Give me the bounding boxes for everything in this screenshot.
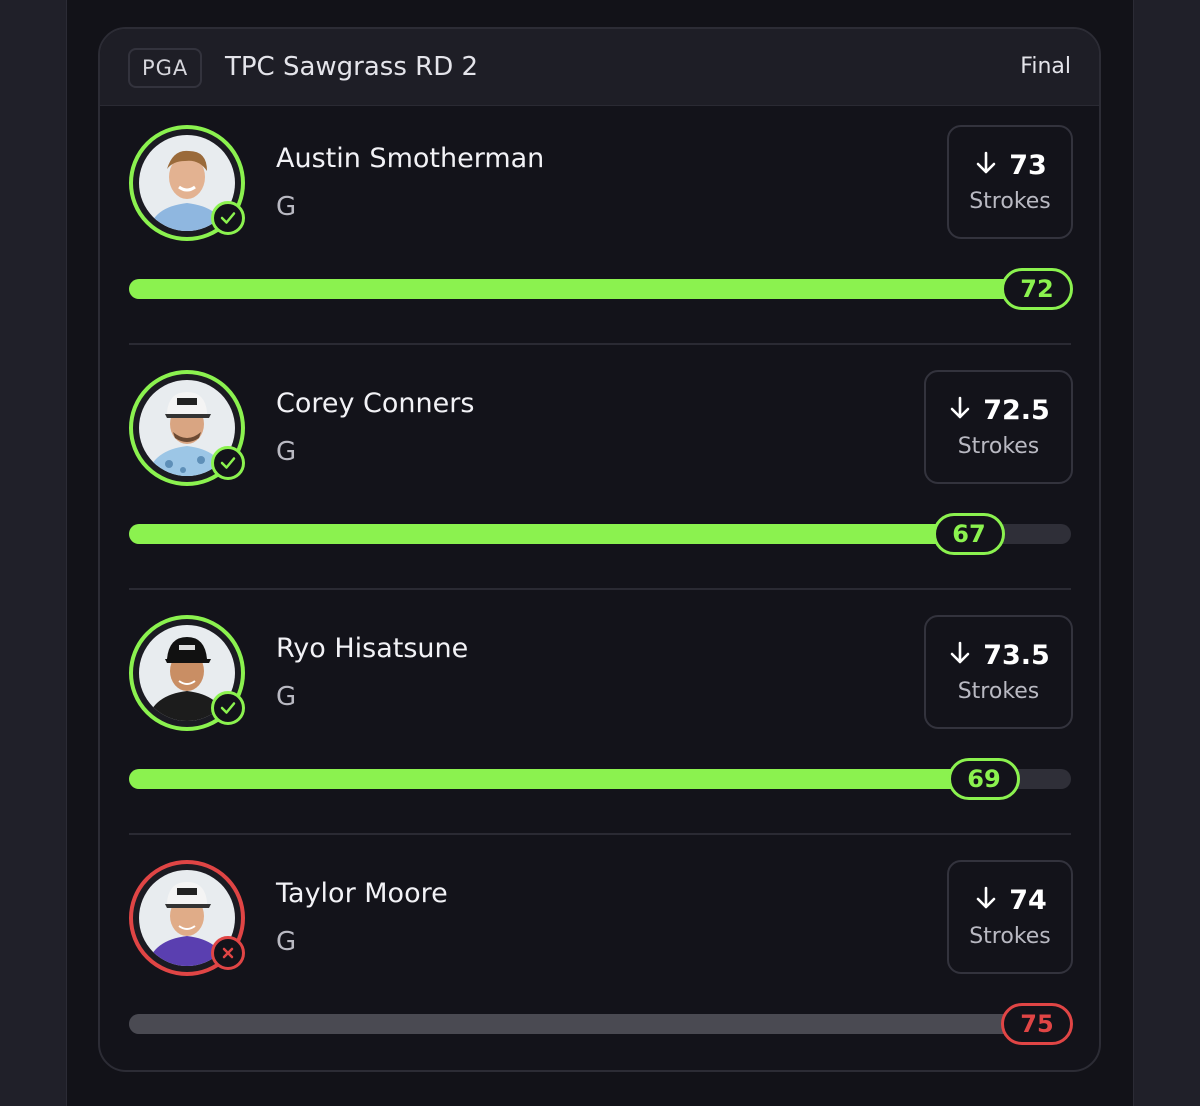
player-avatar (129, 370, 245, 486)
event-title: TPC Sawgrass RD 2 (225, 52, 479, 82)
arrow-down-icon (976, 886, 996, 909)
progress-fill (129, 769, 1014, 789)
row-divider (129, 588, 1071, 590)
check-icon (211, 201, 245, 235)
result-pill: 75 (1001, 1003, 1073, 1045)
stat-line-box[interactable]: 72.5 Strokes (924, 370, 1073, 484)
stat-line-box[interactable]: 73 Strokes (947, 125, 1073, 239)
line-value: 73 (1009, 150, 1047, 181)
pick-card: PGA TPC Sawgrass RD 2 Final Austin Smoth… (98, 27, 1101, 1072)
stat-line-box[interactable]: 74 Strokes (947, 860, 1073, 974)
player-name: Corey Conners (276, 388, 475, 419)
player-avatar (129, 860, 245, 976)
league-badge: PGA (128, 48, 203, 88)
result-pill: 67 (933, 513, 1005, 555)
line-value: 72.5 (983, 395, 1050, 426)
stat-label: Strokes (957, 679, 1040, 704)
card-header: PGA TPC Sawgrass RD 2 Final (100, 29, 1099, 106)
player-position: G (276, 437, 297, 467)
stat-line-box[interactable]: 73.5 Strokes (924, 615, 1073, 729)
player-avatar (129, 615, 245, 731)
progress-track (129, 1014, 1071, 1034)
player-name: Austin Smotherman (276, 143, 545, 174)
line-value: 74 (1009, 885, 1047, 916)
row-divider (129, 343, 1071, 345)
arrow-down-icon (950, 641, 970, 664)
stat-line: 74 (969, 882, 1051, 920)
progress-fill (129, 524, 999, 544)
player-name: Taylor Moore (276, 878, 448, 909)
stat-line: 73.5 (946, 637, 1051, 675)
player-row[interactable]: Ryo Hisatsune G 73.5 Strokes 69 (100, 615, 1099, 860)
progress-fill (129, 1014, 1071, 1034)
progress-track (129, 524, 1071, 544)
result-pill: 69 (948, 758, 1020, 800)
player-row[interactable]: Austin Smotherman G 73 Strokes 72 (100, 125, 1099, 370)
stat-label: Strokes (969, 189, 1051, 214)
result-pill: 72 (1001, 268, 1073, 310)
line-value: 73.5 (983, 640, 1050, 671)
progress-track (129, 769, 1071, 789)
progress-fill (129, 279, 1071, 299)
stat-label: Strokes (969, 924, 1051, 949)
status-text: Final (1020, 54, 1071, 79)
player-name: Ryo Hisatsune (276, 633, 469, 664)
stat-line: 73 (969, 147, 1051, 185)
right-background-panel (1133, 0, 1200, 1106)
player-avatar (129, 125, 245, 241)
left-background-panel (0, 0, 67, 1106)
player-row[interactable]: Taylor Moore G 74 Strokes 75 (100, 860, 1099, 1070)
x-icon (211, 936, 245, 970)
check-icon (211, 691, 245, 725)
arrow-down-icon (976, 151, 996, 174)
check-icon (211, 446, 245, 480)
player-position: G (276, 927, 297, 957)
player-row[interactable]: Corey Conners G 72.5 Strokes 67 (100, 370, 1099, 615)
stat-label: Strokes (957, 434, 1040, 459)
progress-track (129, 279, 1071, 299)
player-position: G (276, 682, 297, 712)
player-position: G (276, 192, 297, 222)
row-divider (129, 833, 1071, 835)
arrow-down-icon (950, 396, 970, 419)
stat-line: 72.5 (946, 392, 1051, 430)
